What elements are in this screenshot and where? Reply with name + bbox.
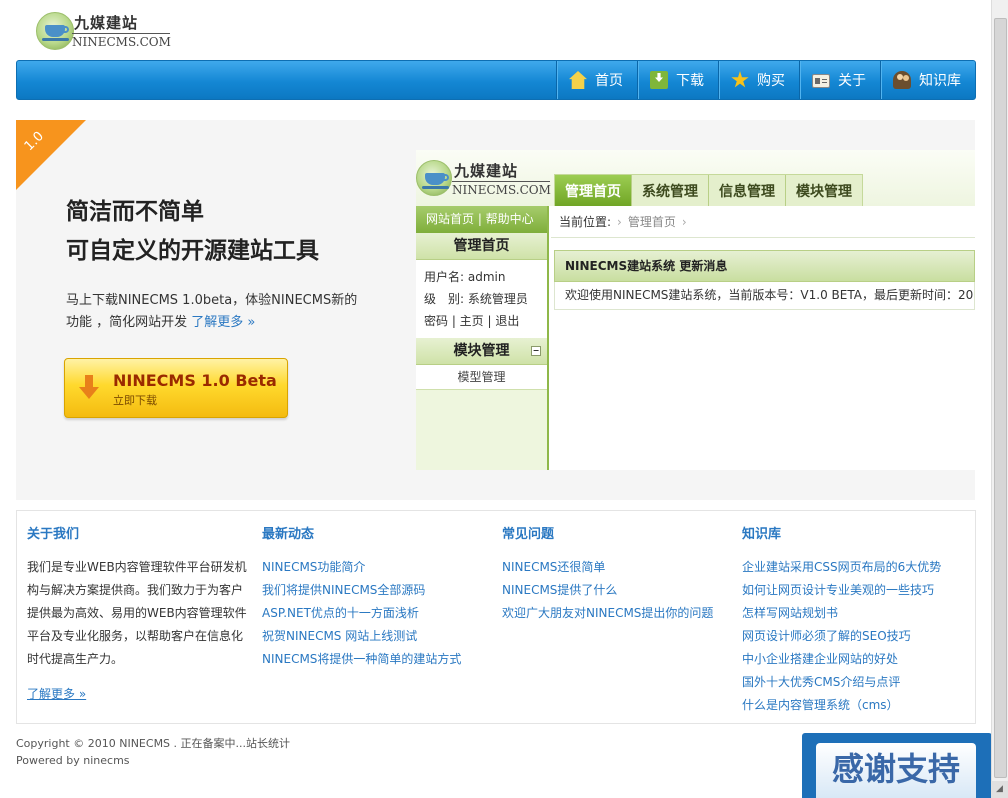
admin-breadcrumb: 当前位置: › 管理首页 ›: [551, 206, 975, 238]
admin-sidebar-bar: 网站首页 | 帮助中心: [416, 206, 547, 233]
hero-headline-1: 简洁而不简单: [66, 198, 204, 225]
faq-item[interactable]: NINECMS提供了什么: [502, 579, 713, 602]
knowledge-item[interactable]: 如何让网页设计专业美观的一些技巧: [742, 579, 941, 602]
admin-preview-sidebar: 网站首页 | 帮助中心 管理首页 用户名: admin 级 别: 系统管理员 密…: [416, 206, 549, 470]
hero-banner: 1.0 简洁而不简单 可自定义的开源建站工具 马上下载NINECMS 1.0be…: [16, 120, 975, 500]
knowledge-item[interactable]: 企业建站采用CSS网页布局的6大优势: [742, 556, 941, 579]
nav-item-buy[interactable]: 购买: [718, 61, 799, 99]
admin-tab-system: 系统管理: [631, 175, 708, 207]
news-item[interactable]: 祝贺NINECMS 网站上线测试: [262, 625, 461, 648]
chevron-right-icon: ›: [681, 215, 687, 229]
news-item[interactable]: ASP.NET优点的十一方面浅析: [262, 602, 461, 625]
nav-item-download[interactable]: 下载: [637, 61, 718, 99]
nav-download-label: 下载: [676, 73, 704, 89]
users-icon: [893, 71, 911, 89]
news-item[interactable]: NINECMS将提供一种简单的建站方式: [262, 648, 461, 671]
faq-title: 常见问题: [502, 527, 555, 542]
about-more-link[interactable]: 了解更多 »: [27, 685, 249, 702]
knowledge-item[interactable]: 怎样写网站规划书: [742, 602, 941, 625]
home-icon: [569, 71, 587, 89]
admin-tab-module: 模块管理: [785, 175, 862, 207]
news-column: 最新动态 NINECMS功能简介 我们将提供NINECMS全部源码 ASP.NE…: [262, 523, 461, 671]
hero-learn-more-link[interactable]: 了解更多 »: [191, 315, 255, 330]
thanks-banner[interactable]: 感谢支持: [802, 733, 992, 798]
knowledge-item[interactable]: 中小企业搭建企业网站的好处: [742, 648, 941, 671]
admin-module-head-label: 模块管理: [453, 343, 510, 359]
admin-module-head: 模块管理 −: [416, 338, 547, 365]
faq-list: NINECMS还很简单 NINECMS提供了什么 欢迎广大朋友对NINECMS提…: [502, 556, 713, 625]
nav-buy-label: 购买: [757, 73, 785, 89]
faq-column: 常见问题 NINECMS还很简单 NINECMS提供了什么 欢迎广大朋友对NIN…: [502, 523, 713, 625]
hero-description: 马上下载NINECMS 1.0beta，体验NINECMS新的功能 ，简化网站开…: [66, 290, 366, 334]
site-logo[interactable]: 九媒建站 NINECMS.COM: [36, 12, 176, 52]
faq-item[interactable]: 欢迎广大朋友对NINECMS提出你的问题: [502, 602, 713, 625]
hero-headline: 简洁而不简单 可自定义的开源建站工具: [66, 192, 319, 270]
chevron-right-icon: ›: [617, 215, 622, 229]
version-ribbon: [16, 120, 86, 190]
knowledge-list: 企业建站采用CSS网页布局的6大优势 如何让网页设计专业美观的一些技巧 怎样写网…: [742, 556, 941, 717]
knowledge-item[interactable]: 什么是内容管理系统（cms）: [742, 694, 941, 717]
admin-preview-image: 九媒建站 NINECMS.COM 管理首页 系统管理 信息管理 模块管理 网站首…: [416, 150, 975, 470]
page: { "logo": {"cn": "九媒建站", "en": "NINECMS.…: [0, 0, 1008, 798]
knowledge-item[interactable]: 网页设计师必须了解的SEO技巧: [742, 625, 941, 648]
download-arrow-icon: [79, 375, 99, 399]
nav-about-label: 关于: [838, 73, 866, 89]
admin-crumb-current: 管理首页: [627, 215, 676, 229]
admin-links-line: 密码 | 主页 | 退出: [424, 314, 520, 328]
faq-item[interactable]: NINECMS还很简单: [502, 556, 713, 579]
download-button-title: NINECMS 1.0 Beta: [113, 371, 277, 390]
admin-message-text: 欢迎使用NINECMS建站系统，当前版本号：V1.0 BETA，最后更新时间：2…: [554, 282, 975, 310]
download-button[interactable]: NINECMS 1.0 Beta 立即下载: [64, 358, 288, 418]
hero-headline-2: 可自定义的开源建站工具: [66, 237, 319, 264]
id-card-icon: [812, 74, 830, 88]
news-item[interactable]: NINECMS功能简介: [262, 556, 461, 579]
news-title: 最新动态: [262, 527, 315, 542]
admin-preview-tabs: 管理首页 系统管理 信息管理 模块管理: [554, 174, 863, 207]
admin-user-info: 用户名: admin 级 别: 系统管理员 密码 | 主页 | 退出: [416, 260, 547, 338]
admin-preview-header: 九媒建站 NINECMS.COM 管理首页 系统管理 信息管理 模块管理: [416, 150, 975, 207]
nav-menu: 首页 下载 购买 关于 知识库: [556, 61, 975, 99]
admin-message-head: NINECMS建站系统 更新消息: [554, 250, 975, 282]
footer: Copyright © 2010 NINECMS . 正在备案中...站长统计 …: [16, 735, 290, 769]
nav-item-knowledge[interactable]: 知识库: [880, 61, 975, 99]
admin-logo-cn: 九媒建站: [454, 162, 519, 180]
download-icon: [650, 71, 668, 89]
collapse-icon: −: [531, 346, 541, 356]
about-column: 关于我们 我们是专业WEB内容管理软件平台研发机构与解决方案提供商。我们致力于为…: [27, 523, 249, 702]
admin-sidebar-head: 管理首页: [416, 233, 547, 260]
nav-knowledge-label: 知识库: [919, 73, 961, 89]
admin-tab-info: 信息管理: [708, 175, 785, 207]
star-icon: [731, 71, 749, 88]
admin-logo-en: NINECMS.COM: [452, 181, 551, 197]
vertical-scrollbar[interactable]: [991, 0, 1008, 798]
news-list: NINECMS功能简介 我们将提供NINECMS全部源码 ASP.NET优点的十…: [262, 556, 461, 671]
admin-tab-home: 管理首页: [555, 175, 631, 207]
nav-home-label: 首页: [595, 73, 623, 89]
download-button-subtitle: 立即下载: [113, 394, 157, 407]
admin-crumb-label: 当前位置:: [559, 215, 612, 229]
logo-cn-text: 九媒建站: [74, 14, 139, 32]
resize-grip-icon[interactable]: ◢: [991, 781, 1008, 798]
knowledge-column: 知识库 企业建站采用CSS网页布局的6大优势 如何让网页设计专业美观的一些技巧 …: [742, 523, 941, 717]
teacup-logo-icon: [416, 160, 452, 196]
news-item[interactable]: 我们将提供NINECMS全部源码: [262, 579, 461, 602]
footer-copyright: Copyright © 2010 NINECMS . 正在备案中...站长统计: [16, 737, 291, 750]
about-title: 关于我们: [27, 527, 80, 542]
admin-user-line: 用户名: admin: [424, 270, 506, 284]
nav-item-home[interactable]: 首页: [556, 61, 637, 99]
admin-module-item: 模型管理: [416, 365, 547, 390]
main-nav-bar: 首页 下载 购买 关于 知识库: [16, 60, 976, 100]
admin-preview-logo: 九媒建站 NINECMS.COM: [416, 160, 552, 200]
knowledge-title: 知识库: [742, 527, 782, 542]
info-section: 关于我们 我们是专业WEB内容管理软件平台研发机构与解决方案提供商。我们致力于为…: [16, 510, 976, 724]
nav-item-about[interactable]: 关于: [799, 61, 880, 99]
admin-level-line: 级 别: 系统管理员: [424, 292, 528, 306]
teacup-logo-icon: [36, 12, 74, 50]
scrollbar-thumb[interactable]: [994, 18, 1007, 778]
footer-powered: Powered by ninecms: [16, 754, 130, 767]
about-text: 我们是专业WEB内容管理软件平台研发机构与解决方案提供商。我们致力于为客户提供最…: [27, 560, 247, 666]
knowledge-item[interactable]: 国外十大优秀CMS介绍与点评: [742, 671, 941, 694]
logo-en-text: NINECMS.COM: [72, 33, 171, 49]
thanks-text: 感谢支持: [816, 743, 976, 798]
